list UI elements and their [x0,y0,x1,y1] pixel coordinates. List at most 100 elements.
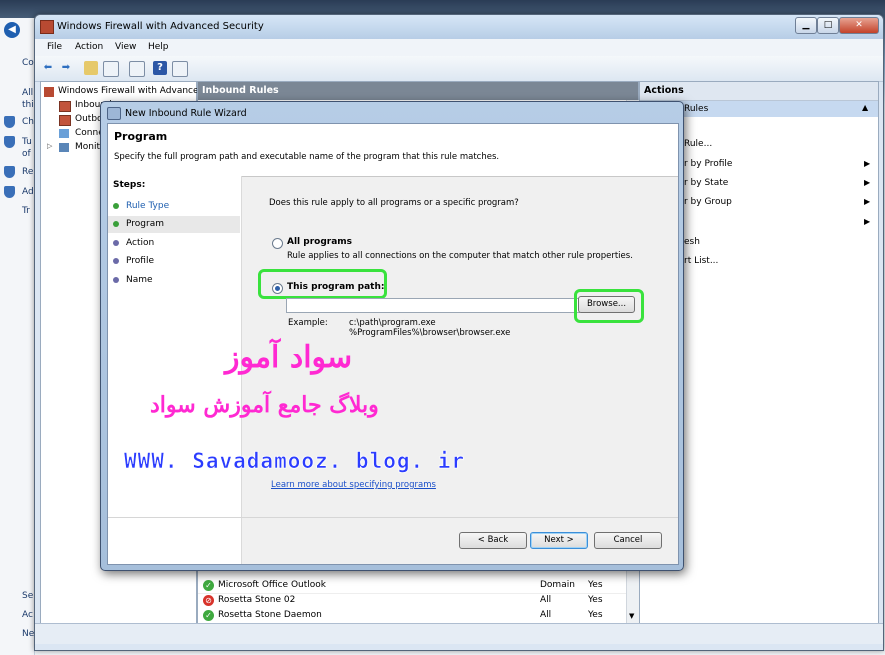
new-inbound-rule-wizard: New Inbound Rule Wizard Program Specify … [100,101,684,571]
title-bar[interactable]: Windows Firewall with Advanced Security … [35,15,883,39]
shield-icon [4,136,15,148]
all-programs-label[interactable]: All programs [287,237,352,247]
tree-item-monitoring[interactable]: Monit [75,142,100,152]
pane-header-title: Inbound Rules [202,85,279,96]
allow-icon: ✓ [203,580,214,591]
bg-label: Ne [22,629,35,639]
minimize-button[interactable]: ▁ [795,17,817,34]
program-path-input[interactable] [286,298,580,313]
menu-action[interactable]: Action [75,42,103,52]
back-icon[interactable]: ◀ [4,22,20,38]
close-button[interactable]: ✕ [839,17,879,34]
watermark-title: سواد آموز [225,340,353,375]
allow-icon: ✓ [203,610,214,621]
program-question: Does this rule apply to all programs or … [269,198,519,208]
bg-label: Tr [22,206,30,216]
next-button[interactable]: Next > [530,532,588,549]
actions-section-title: Rules [684,104,709,114]
step-bullet-icon [113,203,119,209]
show-action-pane-icon[interactable] [172,61,188,77]
wizard-header: Program Specify the full program path an… [108,124,678,177]
all-programs-radio[interactable] [272,238,283,249]
cancel-button[interactable]: Cancel [594,532,662,549]
browse-button[interactable]: Browse... [578,296,635,313]
action-filter-group[interactable]: r by Group [684,197,732,207]
maximize-button[interactable]: □ [817,17,839,34]
background-explorer-window: ◀ Co All thi Ch Tu of Re Ad Tr Se Ac Ne [0,18,35,655]
bg-label: All [22,88,34,98]
action-export-list[interactable]: rt List... [684,256,718,266]
up-folder-icon[interactable] [84,61,98,75]
action-new-rule[interactable]: Rule... [684,139,712,149]
step-label: Rule Type [126,201,170,211]
shield-icon [4,166,15,178]
step-label: Profile [126,256,154,266]
rule-enabled: Yes [588,595,603,605]
this-program-label[interactable]: This program path: [287,282,384,292]
submenu-arrow-icon: ▶ [864,197,871,206]
submenu-arrow-icon: ▶ [864,217,871,226]
rule-profile: All [540,610,552,620]
table-row[interactable]: ✓ Rosetta Stone Daemon All Yes [198,608,626,623]
step-rule-type[interactable]: Rule Type [108,198,240,215]
step-action[interactable]: Action [108,235,240,252]
monitoring-icon [59,143,69,152]
toolbar: ⬅ ➡ ? [35,56,883,82]
tree-item-outbound[interactable]: Outbo [75,114,103,124]
table-row[interactable]: ⊘ Rosetta Stone 02 All Yes [198,593,626,608]
menu-view[interactable]: View [115,42,136,52]
bg-label: thi [22,100,34,110]
back-arrow-icon[interactable]: ⬅ [41,61,55,75]
scroll-down-icon[interactable]: ▼ [629,612,634,620]
menu-help[interactable]: Help [148,42,169,52]
rule-name: Rosetta Stone 02 [218,595,296,605]
step-label: Program [126,219,164,229]
step-bullet-icon [113,258,119,264]
action-filter-profile[interactable]: r by Profile [684,159,732,169]
step-bullet-icon [113,221,119,227]
step-label: Name [126,275,153,285]
steps-title: Steps: [113,180,146,190]
watermark-url: WWW. Savadamooz. blog. ir [124,449,466,474]
submenu-arrow-icon: ▶ [864,178,871,187]
back-button[interactable]: < Back [459,532,527,549]
action-refresh[interactable]: esh [684,237,700,247]
menu-file[interactable]: File [47,42,62,52]
bg-label: Ad [22,187,34,197]
collapse-icon[interactable]: ▲ [862,103,868,112]
step-profile[interactable]: Profile [108,253,240,270]
wizard-body: Program Specify the full program path an… [107,123,679,565]
step-label: Action [126,238,155,248]
rule-name: Microsoft Office Outlook [218,580,326,590]
bg-label: Ch [22,117,34,127]
connection-security-icon [59,129,69,138]
tree-root[interactable]: Windows Firewall with Advance [58,86,199,96]
this-program-radio[interactable] [272,283,283,294]
bg-label: Ac [22,610,33,620]
shield-icon [4,186,15,198]
forward-arrow-icon[interactable]: ➡ [59,61,73,75]
rule-enabled: Yes [588,610,603,620]
actions-title: Actions [644,85,684,96]
properties-icon[interactable] [129,61,145,77]
pane-header: Inbound Rules [198,82,638,100]
help-icon[interactable]: ? [153,61,167,75]
example-label: Example: [288,318,328,328]
step-name[interactable]: Name [108,272,240,289]
show-hide-tree-icon[interactable] [103,61,119,77]
bg-label: Se [22,591,34,601]
rule-profile: Domain [540,580,575,590]
action-filter-state[interactable]: r by State [684,178,728,188]
wizard-heading: Program [114,130,168,143]
wizard-icon [107,107,121,120]
learn-more-link[interactable]: Learn more about specifying programs [271,480,436,490]
rule-enabled: Yes [588,580,603,590]
expand-icon[interactable]: ▷ [47,142,52,150]
bg-label: of [22,149,31,159]
step-program[interactable]: Program [108,216,240,233]
status-bar [35,623,883,644]
firewall-app-icon [40,20,54,34]
step-bullet-icon [113,240,119,246]
all-programs-description: Rule applies to all connections on the c… [287,251,633,261]
table-row[interactable]: ✓ Microsoft Office Outlook Domain Yes [198,579,626,594]
